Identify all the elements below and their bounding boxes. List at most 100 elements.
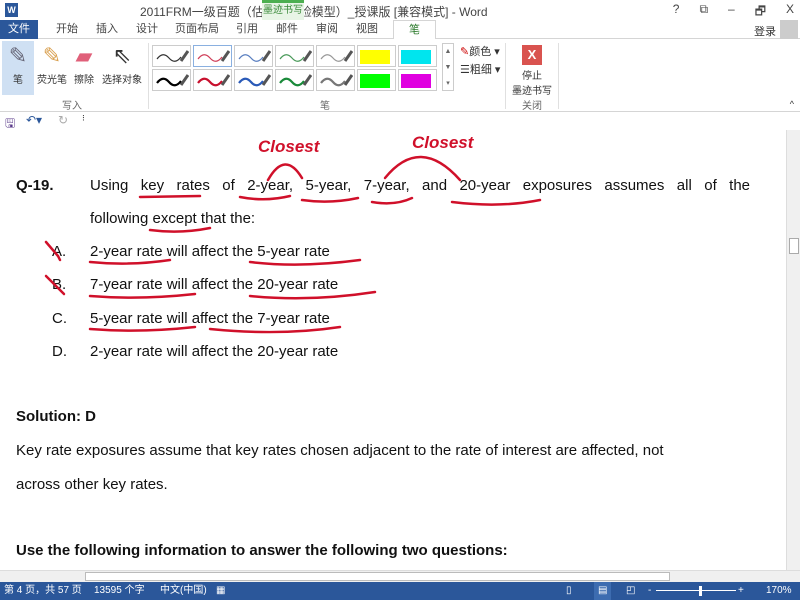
group-label-pens: 笔 <box>320 101 330 112</box>
zoom-in-button[interactable]: + <box>738 582 744 600</box>
avatar[interactable] <box>780 20 798 39</box>
page-count[interactable]: 第 4 页，共 57 页 <box>4 582 82 600</box>
pen-gallery <box>152 45 437 91</box>
pen-style-swatch[interactable] <box>398 69 437 91</box>
highlighter-swatch <box>360 74 390 88</box>
eraser-icon: ▰ <box>75 43 93 68</box>
ink-underline <box>148 226 212 233</box>
pen-style-swatch[interactable] <box>275 69 314 91</box>
ribbon-tabs: 文件 开始 插入 设计 页面布局 引用 邮件 审阅 视图 笔 登录 <box>0 20 800 40</box>
group-label-close: 关闭 <box>522 101 542 112</box>
pen-style-swatch[interactable] <box>316 69 355 91</box>
pen-style-swatch[interactable] <box>275 45 314 67</box>
collapse-ribbon-button[interactable]: ^ <box>790 99 794 109</box>
ink-underline <box>88 325 197 332</box>
highlighter-icon: ✎ <box>42 43 62 68</box>
tab-home[interactable]: 开始 <box>52 20 82 39</box>
stop-inking-button[interactable]: X 停止 墨迹书写 <box>510 41 554 97</box>
redo-icon[interactable]: ↻ <box>58 113 68 127</box>
zoom-level[interactable]: 170% <box>766 582 792 600</box>
pen-style-swatch[interactable] <box>357 69 396 91</box>
highlighter-button[interactable]: ✎ 荧光笔 <box>36 41 68 86</box>
language[interactable]: 中文(中国) <box>160 582 207 600</box>
pen-stroke-icon <box>156 50 189 62</box>
color-button[interactable]: ✎颜色 ▾ <box>460 43 500 59</box>
select-objects-button[interactable]: ⇖ 选择对象 <box>100 41 144 86</box>
ink-underline <box>450 198 542 206</box>
gallery-scroll[interactable]: ▲ ▼ ▾ <box>442 43 454 91</box>
tab-mailings[interactable]: 邮件 <box>272 20 302 39</box>
pen-stroke-icon <box>320 74 353 87</box>
color-icon: ✎ <box>460 46 470 58</box>
context-tool-label: 墨迹书写工具 <box>262 0 304 32</box>
ink-underline <box>138 194 202 199</box>
highlighter-swatch <box>401 50 431 64</box>
tab-insert[interactable]: 插入 <box>92 20 122 39</box>
ink-arc <box>266 163 304 182</box>
undo-icon[interactable]: ↶▾ <box>26 113 42 127</box>
zoom-slider-thumb[interactable] <box>699 586 702 596</box>
tab-references[interactable]: 引用 <box>232 20 262 39</box>
pen-stroke-icon <box>197 74 230 87</box>
tab-pen[interactable]: 笔 <box>393 20 436 40</box>
word-icon[interactable]: W <box>5 3 18 17</box>
thickness-icon: ☰ <box>460 64 470 76</box>
ink-underline <box>300 196 360 203</box>
tab-file[interactable]: 文件 <box>0 20 38 39</box>
ink-underline <box>248 290 377 300</box>
cursor-icon: ⇖ <box>112 43 132 68</box>
group-label-write: 写入 <box>62 101 82 112</box>
ink-underline <box>208 325 342 334</box>
tab-review[interactable]: 审阅 <box>312 20 342 39</box>
ink-underline <box>238 194 292 201</box>
vertical-scrollbar[interactable] <box>786 130 800 570</box>
status-bar: 第 4 页，共 57 页 13595 个字 中文(中国) ▦ ▯ ▤ ◰ - +… <box>0 582 800 600</box>
title-bar: W 2011FRM一级百题（估值与风险模型）_授课版 [兼容模式] - Word… <box>0 0 800 32</box>
zoom-slider[interactable] <box>656 590 736 591</box>
pen-style-swatch[interactable] <box>398 45 437 67</box>
ink-annotations: Closest Closest <box>44 133 542 334</box>
ink-checkmark <box>44 240 62 262</box>
word-count[interactable]: 13595 个字 <box>94 582 145 600</box>
web-layout-icon[interactable]: ◰ <box>626 582 635 600</box>
pen-stroke-icon <box>156 74 189 87</box>
thickness-button[interactable]: ☰粗细 ▾ <box>460 61 500 77</box>
pen-stroke-icon <box>279 74 312 87</box>
read-mode-icon[interactable]: ▯ <box>566 582 572 600</box>
stop-icon: X <box>522 45 542 65</box>
pen-style-swatch[interactable] <box>152 45 191 67</box>
eraser-button[interactable]: ▰ 擦除 <box>70 41 98 86</box>
pen-stroke-icon <box>238 74 271 87</box>
pen-style-swatch[interactable] <box>193 69 232 91</box>
window-title: 2011FRM一级百题（估值与风险模型）_授课版 [兼容模式] - Word <box>140 5 488 19</box>
login-link[interactable]: 登录 <box>754 23 776 39</box>
tab-view[interactable]: 视图 <box>352 20 382 39</box>
pen-stroke-icon <box>238 50 271 62</box>
ink-note: Closest <box>258 137 321 156</box>
document-page[interactable]: Q-19. Using key rates of 2-year, 5-year,… <box>0 130 786 570</box>
pen-style-swatch[interactable] <box>357 45 396 67</box>
horizontal-scroll-thumb[interactable] <box>85 572 670 581</box>
ink-underline <box>88 292 197 299</box>
ink-underline <box>248 258 362 266</box>
pen-stroke-icon <box>197 50 230 62</box>
pen-style-swatch[interactable] <box>316 45 355 67</box>
pen-button[interactable]: ✎ 笔 <box>2 41 34 95</box>
vertical-scroll-thumb[interactable] <box>789 238 799 254</box>
tab-design[interactable]: 设计 <box>132 20 162 39</box>
ink-note: Closest <box>412 133 475 152</box>
zoom-out-button[interactable]: - <box>648 582 651 600</box>
pen-style-swatch[interactable] <box>193 45 232 67</box>
pen-style-swatch[interactable] <box>234 45 273 67</box>
pen-stroke-icon <box>320 50 353 62</box>
pen-style-swatch[interactable] <box>152 69 191 91</box>
pen-style-swatch[interactable] <box>234 69 273 91</box>
horizontal-scrollbar[interactable] <box>0 570 800 582</box>
customize-qat-icon[interactable]: ⁝ <box>82 113 85 124</box>
quick-access-toolbar: 🖫 ↶▾ ↻ ⁝ <box>0 112 800 130</box>
ink-underline <box>370 196 414 205</box>
macro-icon[interactable]: ▦ <box>216 582 225 600</box>
print-layout-icon[interactable]: ▤ <box>594 582 612 600</box>
tab-layout[interactable]: 页面布局 <box>172 20 222 39</box>
ink-checkmark <box>44 274 66 296</box>
